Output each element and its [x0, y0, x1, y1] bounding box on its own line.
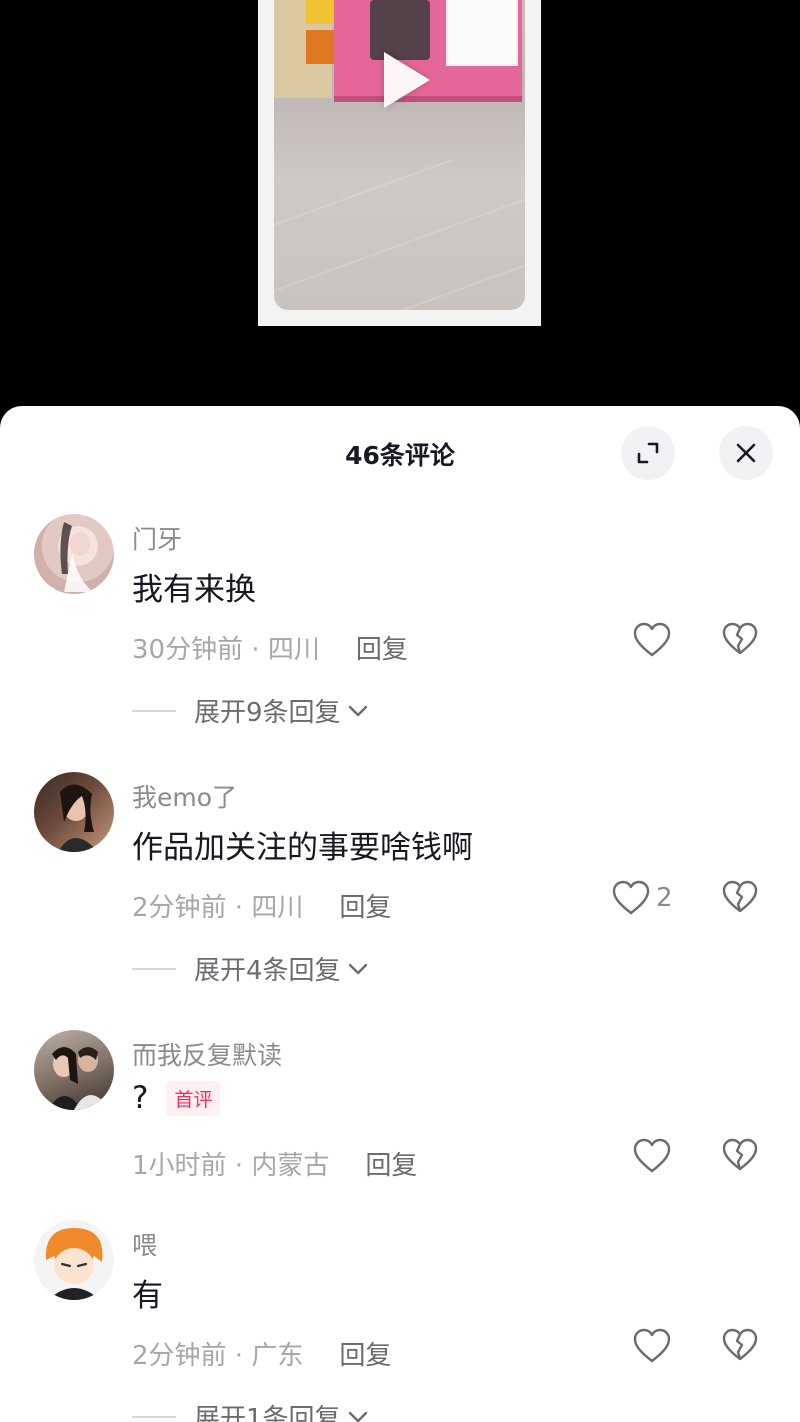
- comment-text: 我有来换: [132, 572, 256, 608]
- play-icon[interactable]: [384, 52, 430, 108]
- video-thumbnail: [274, 0, 525, 310]
- divider-line: [132, 709, 176, 712]
- avatar-image: [45, 1228, 103, 1300]
- video-shelf-box: [306, 0, 336, 24]
- reply-button[interactable]: 回复: [339, 1335, 391, 1372]
- comment-username[interactable]: 喂: [132, 1226, 157, 1262]
- like-button[interactable]: [633, 622, 671, 662]
- dislike-button[interactable]: [722, 622, 758, 660]
- video-shelf-box: [306, 30, 336, 64]
- comment-item: 我emo了 作品加关注的事要啥钱啊 2分钟前 · 四川 回复 2 展开4条回复: [0, 772, 800, 1030]
- comment-content: 有: [132, 1270, 163, 1315]
- comment-item: 喂 有 2分钟前 · 广东 回复 展开1条回复: [0, 1220, 800, 1422]
- comment-meta: 2分钟前 · 广东 回复: [132, 1335, 391, 1372]
- expand-replies-button[interactable]: 展开9条回复: [132, 692, 369, 729]
- dislike-button[interactable]: [722, 880, 758, 918]
- like-button[interactable]: [633, 1138, 671, 1178]
- reply-button[interactable]: 回复: [339, 887, 391, 924]
- video-frame: [258, 0, 541, 326]
- comment-time-location: 2分钟前 · 四川: [132, 893, 304, 923]
- avatar[interactable]: [34, 1030, 114, 1110]
- comment-username[interactable]: 门牙: [132, 520, 182, 556]
- close-button[interactable]: [719, 426, 773, 480]
- avatar-image: [60, 522, 94, 592]
- comment-username[interactable]: 我emo了: [132, 778, 237, 814]
- divider-line: [132, 967, 176, 970]
- avatar-image: [48, 1047, 110, 1110]
- expand-button[interactable]: [621, 426, 675, 480]
- video-machine-screen: [446, 0, 518, 66]
- broken-heart-icon: [722, 622, 758, 655]
- comment-time-location: 1小时前 · 内蒙古: [132, 1151, 330, 1181]
- video-shelf: [274, 0, 336, 98]
- like-button[interactable]: [633, 1328, 671, 1368]
- comment-time-location: 30分钟前 · 四川: [132, 635, 320, 665]
- comment-content: ? 首评: [132, 1080, 221, 1116]
- like-count: 2: [656, 883, 673, 913]
- expand-replies-label: 展开4条回复: [194, 956, 341, 986]
- broken-heart-icon: [722, 1328, 758, 1361]
- reply-button[interactable]: 回复: [356, 629, 408, 666]
- comment-text: ?: [132, 1080, 149, 1116]
- comment-content: 我有来换: [132, 564, 256, 609]
- broken-heart-icon: [722, 880, 758, 913]
- broken-heart-icon: [722, 1138, 758, 1171]
- avatar[interactable]: [34, 1220, 114, 1300]
- comments-title: 46条评论: [345, 441, 455, 470]
- expand-replies-label: 展开9条回复: [194, 698, 341, 728]
- comment-content: 作品加关注的事要啥钱啊: [132, 822, 473, 867]
- heart-outline-icon: [633, 622, 671, 657]
- avatar-image: [58, 784, 98, 852]
- comment-text: 作品加关注的事要啥钱啊: [132, 830, 473, 866]
- like-button[interactable]: 2: [612, 880, 673, 916]
- comment-username[interactable]: 而我反复默读: [132, 1036, 282, 1072]
- chevron-down-icon: [348, 705, 367, 716]
- comment-meta: 2分钟前 · 四川 回复: [132, 887, 391, 924]
- chevron-down-icon: [348, 1411, 367, 1422]
- comment-meta: 30分钟前 · 四川 回复: [132, 629, 408, 666]
- video-machine-panel: [370, 0, 430, 60]
- avatar[interactable]: [34, 772, 114, 852]
- first-comment-badge: 首评: [166, 1080, 221, 1116]
- heart-outline-icon: [612, 880, 650, 915]
- reply-button[interactable]: 回复: [365, 1145, 417, 1182]
- chevron-down-icon: [348, 963, 367, 974]
- comment-item: 门牙 我有来换 30分钟前 · 四川 回复 展开9条回复: [0, 514, 800, 772]
- heart-outline-icon: [633, 1328, 671, 1363]
- video-player[interactable]: [0, 0, 800, 406]
- dislike-button[interactable]: [722, 1328, 758, 1366]
- video-floor: [274, 160, 525, 310]
- comment-time-location: 2分钟前 · 广东: [132, 1341, 304, 1371]
- close-icon: [736, 443, 756, 463]
- comment-text: 有: [132, 1278, 163, 1314]
- dislike-button[interactable]: [722, 1138, 758, 1176]
- expand-replies-button[interactable]: 展开1条回复: [132, 1398, 369, 1422]
- expand-replies-label: 展开1条回复: [194, 1404, 341, 1422]
- comment-meta: 1小时前 · 内蒙古 回复: [132, 1145, 417, 1182]
- app-root: 46条评论 门牙 我有来换 30分钟前 · 四川 回复 展开9条回复 我emo了…: [0, 0, 800, 1422]
- avatar[interactable]: [34, 514, 114, 594]
- divider-line: [132, 1415, 176, 1418]
- heart-outline-icon: [633, 1138, 671, 1173]
- expand-icon: [637, 442, 659, 464]
- expand-replies-button[interactable]: 展开4条回复: [132, 950, 369, 987]
- comments-sheet: 46条评论 门牙 我有来换 30分钟前 · 四川 回复 展开9条回复 我emo了…: [0, 406, 800, 1422]
